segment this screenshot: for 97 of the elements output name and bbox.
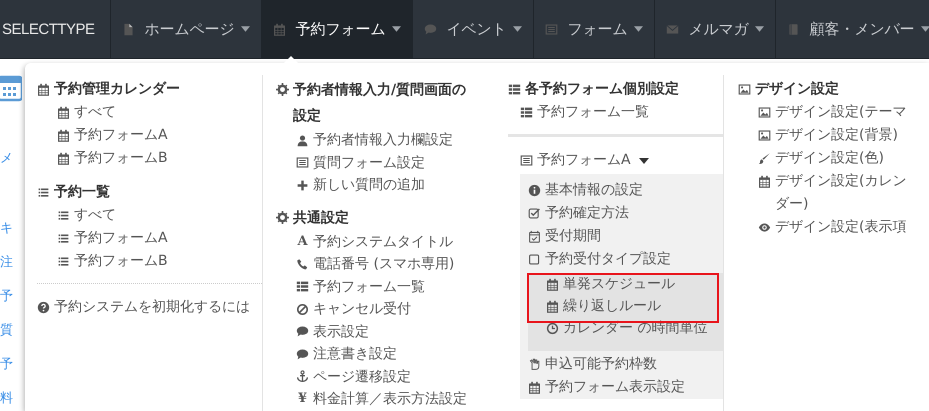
menu-item[interactable]: 予約フォームA — [74, 124, 168, 147]
picture-icon — [758, 129, 771, 142]
gear-icon — [276, 83, 289, 96]
menu-item[interactable]: デザイン設定(テーマ — [775, 101, 906, 124]
calendar-icon — [57, 106, 70, 119]
section-heading: 各予約フォーム個別設定 — [525, 80, 679, 99]
calendar-icon[interactable] — [0, 74, 22, 102]
file-icon — [122, 22, 135, 36]
list-icon — [296, 280, 309, 294]
section-heading: 予約一覧 — [54, 183, 110, 202]
checkbox-icon — [528, 207, 541, 220]
menu-item[interactable]: 予約確定方法 — [545, 202, 629, 225]
menu-item[interactable]: 予約システムタイトル — [313, 230, 453, 253]
calendar-icon — [57, 152, 70, 165]
calendar-icon — [37, 83, 50, 96]
gear-icon — [276, 210, 289, 224]
menu-item[interactable]: 予約フォーム表示設定 — [545, 376, 685, 399]
menu-item[interactable]: 予約フォームA — [74, 227, 168, 250]
menu-item[interactable]: ページ遷移設定 — [313, 366, 411, 388]
section-heading: デザイン設定 — [755, 80, 839, 99]
calendar-icon — [57, 129, 70, 142]
menu-item[interactable]: 予約フォームA — [537, 149, 631, 172]
menu-item[interactable]: 予約受付タイプ設定 — [545, 248, 671, 271]
menu-item[interactable]: 新しい質問の追加 — [313, 174, 425, 196]
menu-item[interactable]: 受付期間 — [545, 225, 601, 248]
anchor-icon — [296, 370, 309, 384]
calendar-icon — [272, 22, 286, 36]
menu-item[interactable]: 質問フォーム設定 — [313, 152, 425, 174]
nav-menu-item[interactable]: フォーム — [534, 0, 655, 58]
menu-item[interactable]: 申込可能予約枠数 — [545, 353, 657, 376]
square-icon — [528, 253, 541, 266]
ban-icon — [296, 302, 309, 316]
question-icon — [37, 301, 50, 314]
user-icon — [296, 134, 309, 147]
menu-item[interactable]: すべて — [74, 204, 116, 227]
menu-item[interactable]: 予約フォーム一覧 — [313, 276, 425, 298]
phone-icon — [296, 258, 309, 271]
form-icon — [296, 156, 309, 170]
speech-bubble-icon — [296, 348, 309, 361]
calendar-icon — [546, 278, 559, 291]
section-heading: 予約管理カレンダー — [54, 80, 180, 99]
info-icon — [528, 184, 541, 197]
speech-bubble-icon — [424, 22, 437, 36]
menu-item[interactable]: 基本情報の設定 — [545, 179, 643, 202]
form-icon — [520, 154, 533, 167]
brand-logo[interactable]: SELECTTYPE — [0, 0, 111, 58]
caret-icon — [754, 26, 764, 32]
menu-item[interactable]: 予約フォームB — [74, 147, 168, 170]
menu-item[interactable]: 注意書き設定 — [313, 343, 397, 366]
envelope-icon — [666, 22, 679, 36]
list-icon — [57, 232, 70, 245]
caret-icon — [920, 26, 929, 32]
glyph-icon: ¥ — [296, 388, 309, 410]
section-heading: 予約者情報入力/質問画面の設定 — [293, 81, 468, 126]
form-icon — [544, 22, 558, 36]
menu-item[interactable]: 予約フォームB — [74, 250, 168, 273]
calendar-icon — [528, 381, 541, 394]
menu-item[interactable]: デザイン設定(色) — [775, 147, 884, 170]
menu-item[interactable]: 予約フォーム一覧 — [537, 101, 649, 124]
caret-icon — [392, 26, 401, 32]
section-heading: 共通設定 — [293, 208, 350, 228]
picture-icon — [758, 106, 771, 119]
caret-icon — [240, 26, 250, 32]
nav-menu-item[interactable]: 顧客・メンバー — [776, 0, 929, 58]
caret-icon — [634, 26, 643, 32]
speech-bubble-icon — [296, 325, 309, 338]
plus-icon — [296, 178, 309, 192]
menu-item[interactable]: 予約者情報入力欄設定 — [313, 129, 453, 152]
list-icon — [57, 209, 70, 222]
calendar-check-icon — [528, 230, 541, 243]
hand-icon — [528, 358, 541, 371]
eye-icon — [758, 221, 771, 234]
menu-item[interactable]: デザイン設定(カレンダー) — [775, 170, 917, 216]
list-icon — [520, 106, 533, 119]
menu-item[interactable]: デザイン設定(表示項 — [775, 216, 906, 239]
menu-item[interactable]: 表示設定 — [313, 320, 369, 343]
glyph-icon: A — [296, 230, 309, 253]
list-icon — [508, 83, 521, 96]
nav-menu-item[interactable]: イベント — [412, 0, 534, 58]
menu-item[interactable]: 電話番号 (スマホ専用) — [313, 253, 454, 276]
menu-item[interactable]: 料金計算／表示方法設定 — [313, 388, 467, 410]
picture-icon — [738, 83, 751, 96]
menu-item[interactable]: 繰り返しルール — [563, 295, 661, 317]
list-icon — [37, 186, 50, 199]
clock-icon — [546, 322, 559, 335]
caret-icon — [512, 26, 522, 32]
book-icon — [786, 22, 800, 36]
menu-item[interactable]: 単発スケジュール — [563, 273, 675, 295]
brush-icon — [758, 152, 771, 165]
calendar-icon — [758, 175, 771, 188]
calendar-icon — [546, 300, 559, 313]
list-icon — [57, 255, 70, 268]
nav-menu-item[interactable]: メルマガ — [654, 0, 776, 58]
menu-item[interactable]: 予約システムを初期化するには — [54, 296, 250, 319]
menu-item[interactable]: キャンセル受付 — [313, 298, 411, 320]
menu-item[interactable]: すべて — [74, 101, 116, 124]
menu-item[interactable]: デザイン設定(背景) — [775, 124, 898, 147]
